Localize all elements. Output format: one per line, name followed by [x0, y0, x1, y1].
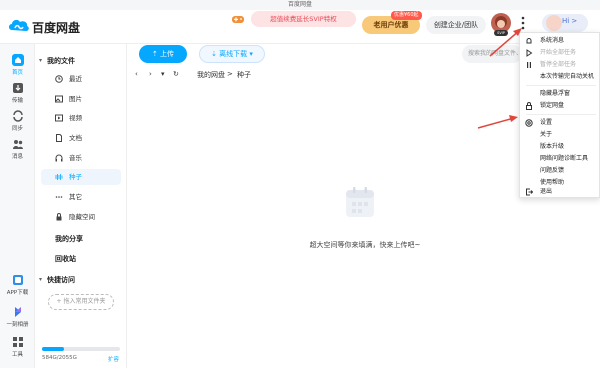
menu-network-diagnosis[interactable]: 网络问题诊断工具 [520, 153, 600, 165]
nav-tools[interactable]: 工具 [0, 336, 35, 358]
image-icon [55, 95, 63, 103]
sidebar-item-hidden-space[interactable]: 隐藏空间 [41, 209, 121, 225]
sidebar-item-videos[interactable]: 视频 [41, 110, 121, 126]
offer-badge: 优惠¥60起 [391, 11, 422, 20]
sidebar-item-documents[interactable]: 文档 [41, 130, 121, 146]
dropdown-icon[interactable]: ▾ [161, 70, 165, 78]
create-enterprise-button[interactable]: 创建企业/团队 [426, 16, 486, 34]
album-icon [14, 307, 21, 317]
menu-lock-netdisk[interactable]: 锁定网盘 [520, 100, 600, 112]
sidebar-item-music[interactable]: 音乐 [41, 150, 121, 166]
refresh-icon[interactable]: ↻ [173, 70, 179, 78]
play-icon [526, 49, 533, 57]
back-arrow-icon[interactable]: ‹ [135, 70, 138, 78]
menu-exit[interactable]: 退出 [520, 186, 600, 198]
menu-version-upgrade[interactable]: 版本升级 [520, 141, 600, 153]
exit-icon [526, 188, 533, 196]
app-download-icon [12, 275, 23, 285]
file-sidebar: ▾ 我的文件 最近 图片 视频 文档 音乐 种子 其它 隐藏空间 我的分享 回收… [35, 44, 127, 368]
storage-usage-text: 584G/2055G [42, 355, 77, 361]
home-icon [11, 54, 24, 66]
headphones-icon [55, 154, 63, 162]
lock-icon [526, 102, 532, 110]
empty-calendar-icon [346, 187, 374, 217]
document-icon [56, 134, 62, 142]
breadcrumb-root[interactable]: 我的网盘 [197, 70, 225, 80]
breadcrumb-current: 种子 [237, 71, 251, 79]
settings-dropdown-menu: 系统消息 开始全部任务 暂停全部任务 本次传输完自动关机 隐藏悬浮窗 锁定网盘 … [519, 32, 600, 198]
sidebar-item-recent[interactable]: 最近 [41, 71, 121, 87]
lock-icon [56, 213, 62, 221]
clock-icon [55, 75, 63, 83]
bell-icon [526, 38, 532, 44]
pause-icon [527, 62, 531, 68]
menu-settings[interactable]: 设置 [520, 117, 600, 129]
menu-divider [526, 114, 596, 115]
menu-divider [526, 85, 596, 86]
my-share-link[interactable]: 我的分享 [55, 234, 83, 244]
menu-system-messages[interactable]: 系统消息 [520, 35, 600, 47]
nav-messages[interactable]: 消息 [0, 138, 35, 160]
search-input[interactable]: 搜索我的网盘文件、会员权益 [462, 45, 522, 63]
chevron-down-icon[interactable]: ▾ [39, 57, 42, 64]
nav-app-download[interactable]: APP下载 [0, 274, 35, 296]
breadcrumb-separator: > [227, 70, 233, 78]
nav-transfer[interactable]: 传输 [0, 82, 35, 104]
storage-progress [42, 347, 120, 351]
sidebar-item-images[interactable]: 图片 [41, 91, 121, 107]
video-icon [55, 114, 63, 122]
gamepad-icon[interactable] [231, 13, 245, 25]
left-nav: 首页 传输 同步 消息 APP下载 一刻相册 工具 [0, 44, 35, 368]
messages-icon [12, 140, 23, 149]
more-menu-icon[interactable] [518, 14, 528, 32]
torrent-icon [55, 174, 63, 180]
nav-home[interactable]: 首页 [0, 54, 35, 76]
transfer-icon [12, 83, 23, 93]
menu-auto-shutdown[interactable]: 本次传输完自动关机 [520, 71, 600, 83]
menu-start-all-tasks: 开始全部任务 [520, 47, 600, 59]
hi-label: Hi > [562, 17, 578, 25]
empty-state-text: 超大空间等你来填满，快来上传吧~ [309, 241, 421, 249]
chevron-down-icon[interactable]: ▾ [39, 276, 42, 283]
menu-pause-all-tasks: 暂停全部任务 [520, 59, 600, 71]
sidebar-item-torrent[interactable]: 种子 [41, 169, 121, 185]
mascot-icon [546, 15, 562, 31]
recycle-bin-link[interactable]: 回收站 [55, 254, 76, 264]
more-dots-icon [55, 196, 63, 198]
expand-storage-link[interactable]: 扩容 [108, 355, 119, 363]
menu-hide-floating-window[interactable]: 隐藏悬浮窗 [520, 88, 600, 100]
offline-download-button[interactable]: ⇣ 离线下载 ▾ [199, 45, 265, 63]
sidebar-item-other[interactable]: 其它 [41, 189, 121, 205]
forward-arrow-icon[interactable]: › [149, 70, 152, 78]
brand-name: 百度网盘 [32, 21, 81, 35]
settings-icon [525, 119, 533, 127]
svip-badge: SVIP [494, 30, 508, 36]
nav-sync[interactable]: 同步 [0, 110, 35, 132]
sync-icon [12, 110, 23, 122]
tools-grid-icon [12, 337, 23, 347]
upload-button[interactable]: ⇡ 上传 [139, 45, 187, 63]
my-files-heading[interactable]: 我的文件 [47, 56, 75, 66]
add-quick-access-folder[interactable]: + 拖入常用文件夹 [48, 294, 114, 310]
baidu-netdisk-logo [9, 19, 29, 31]
window-title: 百度网盘 [0, 0, 600, 10]
menu-feedback[interactable]: 问题反馈 [520, 165, 600, 177]
svip-promo-banner[interactable]: 超值续费延长SVIP特权 [251, 11, 356, 27]
storage-used-fill [42, 347, 65, 351]
menu-about[interactable]: 关于 [520, 129, 600, 141]
quick-access-heading[interactable]: 快捷访问 [47, 275, 75, 285]
nav-photo-album[interactable]: 一刻相册 [0, 306, 35, 328]
